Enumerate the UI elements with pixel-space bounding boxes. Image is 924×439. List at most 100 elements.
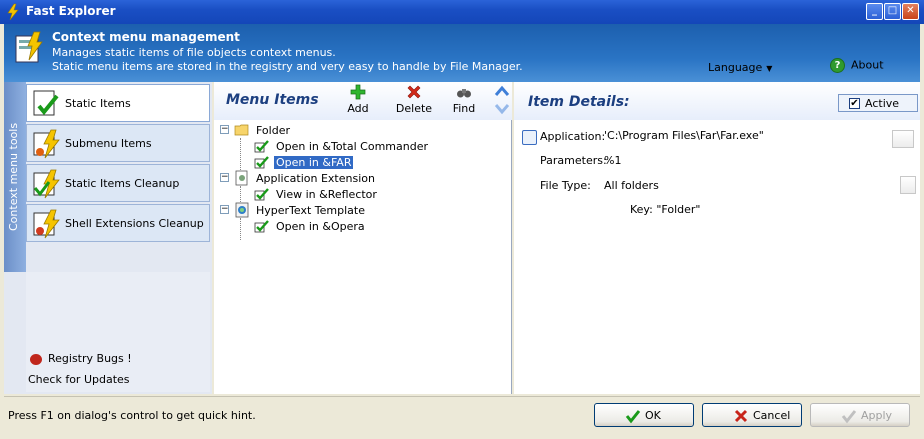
checkbox-checked-icon: ✔ [849,98,860,109]
ok-button[interactable]: OK [594,403,694,427]
status-hint: Press F1 on dialog's control to get quic… [8,409,256,422]
filetype-label: File Type: [540,179,591,192]
shell-extensions-icon [33,209,60,239]
sidebar-strip: Context menu tools [4,82,26,272]
find-label: Find [452,102,476,115]
move-up-icon[interactable] [494,84,510,98]
sidebar-item-static-items-cleanup[interactable]: Static Items Cleanup [26,164,210,202]
bug-icon [30,353,42,365]
close-button[interactable]: ✕ [902,3,919,20]
tree-item-label: Open in &Opera [276,220,365,233]
sidebar-item-submenu-items[interactable]: Submenu Items [26,124,210,162]
cleanup-icon [33,169,60,199]
sidebar-strip-label: Context menu tools [7,122,20,232]
language-menu[interactable]: Language ▼ [708,61,772,74]
item-details-header: Item Details: ✔ Active [514,82,920,120]
binoculars-icon [457,89,471,98]
active-label: Active [865,97,900,110]
ok-label: OK [645,409,661,422]
language-label: Language [708,61,763,74]
dropdown-arrow-icon: ▼ [766,64,773,73]
tree-node-hypertext-template[interactable]: − HyperText Template [220,202,500,218]
tree-item-reflector[interactable]: View in &Reflector [240,186,500,202]
tree-node-folder[interactable]: − Folder [220,122,500,138]
add-button[interactable]: Add [338,84,378,115]
key-value: Key: "Folder" [630,203,701,216]
about-button[interactable]: ? About [830,58,884,73]
maximize-button[interactable]: □ [884,3,901,20]
header-banner: Context menu management Manages static i… [4,24,920,82]
menu-items-header: Menu Items Add Delete Find [214,82,512,120]
sidebar-item-label: Static Items [65,97,131,110]
check-icon [254,140,269,153]
header-subtitle-1: Manages static items of file objects con… [52,46,336,59]
plus-icon [350,84,366,100]
tree-item-label: Open in &Total Commander [276,140,428,153]
find-button[interactable]: Find [444,84,484,115]
parameters-label: Parameters: [540,154,607,167]
filetype-value[interactable]: All folders [604,179,659,192]
tree-item-total-commander[interactable]: Open in &Total Commander [240,138,500,154]
cancel-label: Cancel [753,409,791,422]
registry-bugs-link[interactable]: Registry Bugs ! [30,352,132,365]
delete-button[interactable]: Delete [394,84,434,115]
title-bar: Fast Explorer _ □ ✕ [0,0,924,24]
ok-check-icon [625,410,641,424]
about-label: About [851,58,884,72]
minimize-button[interactable]: _ [866,3,883,20]
tree-item-label: View in &Reflector [276,188,377,201]
cancel-x-icon [734,409,748,423]
application-label: Application: [540,130,606,143]
context-menu-icon [15,31,43,63]
status-bar: Press F1 on dialog's control to get quic… [4,396,920,436]
menu-items-panel: Menu Items Add Delete Find − Folder Open… [214,82,512,394]
sidebar-item-label: Shell Extensions Cleanup [65,217,204,230]
application-value[interactable]: 'C:\Program Files\Far\Far.exe" [604,129,764,142]
tree-node-application-extension[interactable]: − Application Extension [220,170,500,186]
static-items-icon [33,90,59,116]
delete-x-icon [407,85,421,99]
menu-items-title: Menu Items [226,92,319,108]
registry-bugs-label: Registry Bugs ! [48,352,132,365]
move-down-icon[interactable] [494,102,510,116]
item-details-panel: Item Details: ✔ Active Application: 'C:\… [514,82,920,394]
parameters-value[interactable]: %1 [604,154,621,167]
tree-node-label: Application Extension [256,172,375,185]
check-icon [254,156,269,169]
apply-check-icon [841,410,857,424]
tree-item-label-selected: Open in &FAR [274,156,354,169]
html-file-icon [235,202,249,218]
window-title: Fast Explorer [26,4,116,18]
sidebar: Context menu tools Static Items Submenu … [4,82,212,394]
collapse-icon[interactable]: − [220,125,229,134]
check-updates-link[interactable]: Check for Updates [28,373,130,386]
folder-icon [234,124,249,136]
help-icon: ? [830,58,845,73]
tree-node-label: Folder [256,124,290,137]
apply-button[interactable]: Apply [810,403,910,427]
check-icon [254,220,269,233]
apply-label: Apply [861,409,893,422]
sidebar-item-label: Submenu Items [65,137,152,150]
add-label: Add [347,102,369,115]
application-file-icon [522,130,537,145]
active-checkbox[interactable]: ✔ Active [838,94,918,112]
collapse-icon[interactable]: − [220,205,229,214]
cancel-button[interactable]: Cancel [702,403,802,427]
tree-item-far[interactable]: Open in &FAR [240,154,500,170]
sidebar-item-label: Static Items Cleanup [65,177,180,190]
app-icon [7,3,19,21]
tree-node-label: HyperText Template [256,204,365,217]
filetype-picker-button[interactable] [900,176,916,194]
submenu-items-icon [33,129,60,159]
browse-application-button[interactable] [892,130,914,148]
sidebar-item-static-items[interactable]: Static Items [26,84,210,122]
sidebar-item-shell-extensions-cleanup[interactable]: Shell Extensions Cleanup [26,204,210,242]
collapse-icon[interactable]: − [220,173,229,182]
item-details-title: Item Details: [528,94,630,110]
check-icon [254,188,269,201]
tree-item-opera[interactable]: Open in &Opera [240,218,500,234]
header-subtitle-2: Static menu items are stored in the regi… [52,60,523,73]
application-icon [235,170,248,186]
header-title: Context menu management [52,30,240,44]
